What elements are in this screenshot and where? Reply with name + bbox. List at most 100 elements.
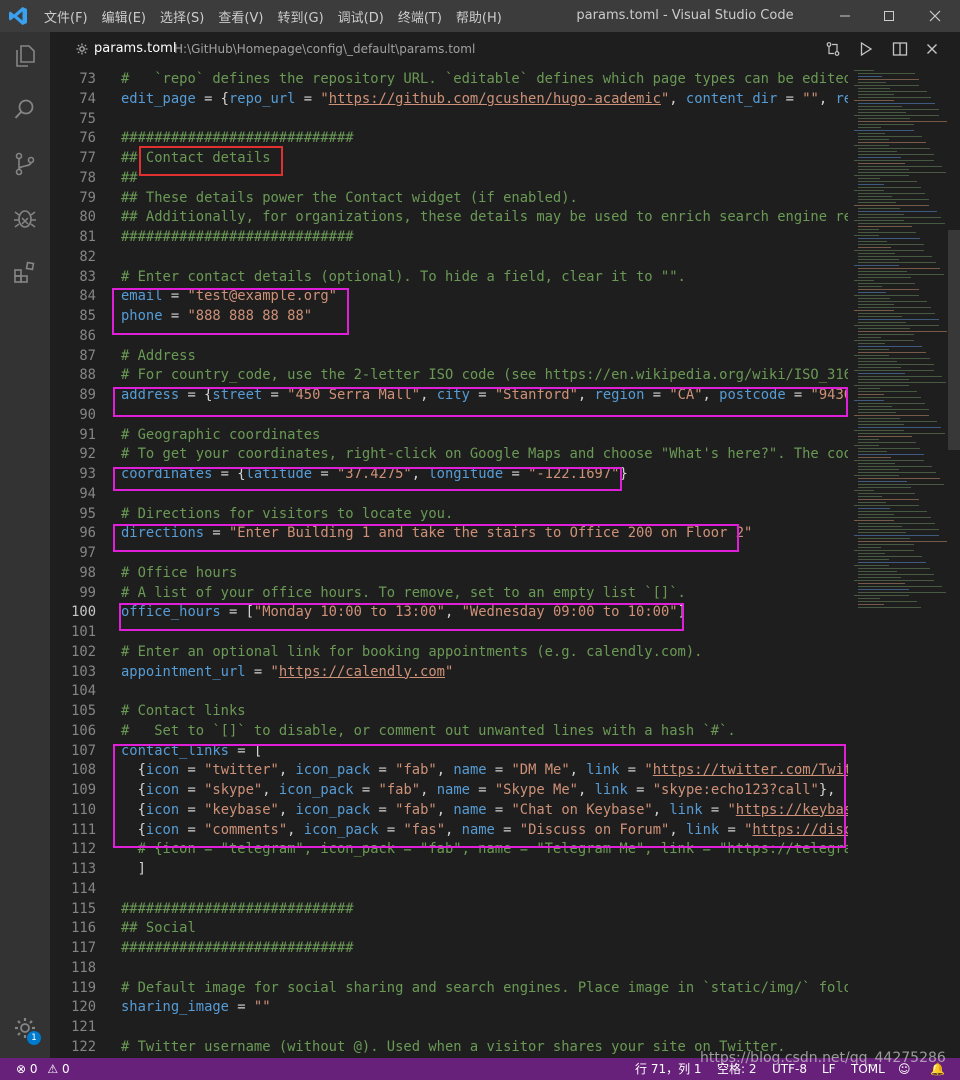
menu-selection[interactable]: 选择(S) xyxy=(160,7,204,26)
code-editor[interactable]: 73 # `repo` defines the repository URL. `… xyxy=(50,66,848,1058)
highlight-box-contact-details xyxy=(139,146,283,176)
close-window-button[interactable] xyxy=(912,0,958,32)
code-line[interactable]: ## These details power the Contact widge… xyxy=(121,190,578,206)
vertical-scrollbar[interactable] xyxy=(948,230,960,450)
code-line[interactable]: # To get your coordinates, right-click o… xyxy=(121,446,848,462)
minimap-line xyxy=(858,73,915,74)
code-line[interactable]: # For country_code, use the 2-letter ISO… xyxy=(121,367,848,383)
code-line[interactable]: edit_page = {repo_url = "https://github.… xyxy=(121,91,848,107)
source-control-button[interactable] xyxy=(0,140,50,188)
code-line[interactable]: ############################ xyxy=(121,901,354,917)
minimap-line xyxy=(858,103,935,104)
menu-debug[interactable]: 调试(D) xyxy=(338,7,384,26)
code-line[interactable]: # Address xyxy=(121,348,196,364)
minimap-line xyxy=(854,235,879,236)
code-line[interactable]: appointment_url = "https://calendly.com" xyxy=(121,664,453,680)
minimap-line xyxy=(858,574,934,575)
code-line[interactable]: # Office hours xyxy=(121,565,237,581)
minimap-line xyxy=(858,382,946,383)
debug-button[interactable] xyxy=(0,194,50,242)
code-line[interactable]: # Contact links xyxy=(121,703,246,719)
minimap-line xyxy=(858,262,936,263)
code-line[interactable]: ## xyxy=(121,170,138,186)
split-editor-button[interactable] xyxy=(886,32,914,66)
minimap-line xyxy=(858,364,934,365)
problems-indicator[interactable]: ⊗ 0 ⚠ 0 xyxy=(16,1058,70,1080)
search-button[interactable] xyxy=(0,86,50,134)
menu-help[interactable]: 帮助(H) xyxy=(456,7,502,26)
line-number: 92 xyxy=(79,446,96,463)
code-token: # `repo` defines the repository URL. `ed… xyxy=(121,71,848,87)
minimap-line xyxy=(858,367,901,368)
code-line[interactable]: ############################ xyxy=(121,229,354,245)
maximize-button[interactable] xyxy=(866,0,912,32)
extensions-button[interactable] xyxy=(0,248,50,296)
minimap-line xyxy=(858,169,909,170)
menu-go[interactable]: 转到(G) xyxy=(277,7,323,26)
line-number: 93 xyxy=(79,466,96,482)
code-line[interactable]: # Twitter username (without @). Used whe… xyxy=(121,1039,786,1055)
minimap-line xyxy=(858,91,927,92)
line-number: 87 xyxy=(79,347,96,364)
minimap-line xyxy=(854,490,874,491)
minimap[interactable] xyxy=(848,66,960,1058)
code-token: # To get your coordinates, right-click o… xyxy=(121,446,848,463)
code-line[interactable]: # Default image for social sharing and s… xyxy=(121,980,848,996)
code-line[interactable]: # Set to `[]` to disable, or comment out… xyxy=(121,723,736,739)
line-number: 118 xyxy=(71,959,96,976)
minimize-button[interactable] xyxy=(822,0,868,32)
play-icon xyxy=(860,41,873,57)
line-number: 97 xyxy=(79,545,96,561)
minimap-line xyxy=(854,475,899,476)
code-line[interactable]: ############################ xyxy=(121,130,354,146)
code-line[interactable]: # Geographic coordinates xyxy=(121,427,320,443)
code-line[interactable]: ## Additionally, for organizations, thes… xyxy=(121,209,848,225)
menu-view[interactable]: 查看(V) xyxy=(218,7,263,26)
menu-terminal[interactable]: 终端(T) xyxy=(398,7,442,26)
minimap-line xyxy=(858,538,910,539)
code-token: = xyxy=(295,90,321,107)
code-line[interactable]: # Directions for visitors to locate you. xyxy=(121,506,453,522)
code-line[interactable]: # `repo` defines the repository URL. `ed… xyxy=(121,71,848,87)
minimap-line xyxy=(858,361,897,362)
code-token: # Geographic coordinates xyxy=(121,426,321,443)
highlight-box-contact-links xyxy=(113,744,846,848)
run-button[interactable] xyxy=(852,32,880,66)
code-token: content_dir xyxy=(685,90,778,107)
line-number: 105 xyxy=(71,703,96,719)
open-changes-button[interactable] xyxy=(819,32,847,66)
minimap-line xyxy=(858,502,886,503)
minimap-line xyxy=(858,424,904,425)
menu-file[interactable]: 文件(F) xyxy=(44,7,88,26)
minimap-line xyxy=(858,412,896,413)
minimap-line xyxy=(854,280,874,281)
minimap-line xyxy=(854,295,919,296)
minimap-line xyxy=(858,379,909,380)
minimap-line xyxy=(858,607,921,608)
line-number: 77 xyxy=(79,150,96,166)
line-number: 122 xyxy=(71,1038,96,1055)
menu-edit[interactable]: 编辑(E) xyxy=(102,7,146,26)
code-line[interactable]: # A list of your office hours. To remove… xyxy=(121,585,686,601)
manage-button[interactable]: 1 xyxy=(0,1004,50,1052)
code-line[interactable]: ## Social xyxy=(121,920,196,936)
minimap-line xyxy=(858,178,880,179)
minimap-line xyxy=(858,466,932,467)
minimap-line xyxy=(858,166,942,167)
explorer-button[interactable] xyxy=(0,32,50,80)
minimap-line xyxy=(858,202,896,203)
close-tab-button[interactable] xyxy=(918,32,946,66)
code-line[interactable]: # Enter contact details (optional). To h… xyxy=(121,269,686,285)
minimap-line xyxy=(858,301,927,302)
code-line[interactable]: ############################ xyxy=(121,940,354,956)
code-line[interactable]: # Enter an optional link for booking app… xyxy=(121,644,702,660)
minimap-line xyxy=(858,568,930,569)
tab-file-name[interactable]: params.toml xyxy=(94,32,176,66)
minimap-line xyxy=(858,121,947,122)
code-line[interactable]: ] xyxy=(121,861,146,877)
code-line[interactable]: sharing_image = "" xyxy=(121,999,271,1015)
minimap-line xyxy=(858,583,905,584)
minimap-line xyxy=(854,190,884,191)
cursor-position[interactable]: 行 71，列 1 xyxy=(635,1058,702,1080)
minimap-line xyxy=(858,448,920,449)
